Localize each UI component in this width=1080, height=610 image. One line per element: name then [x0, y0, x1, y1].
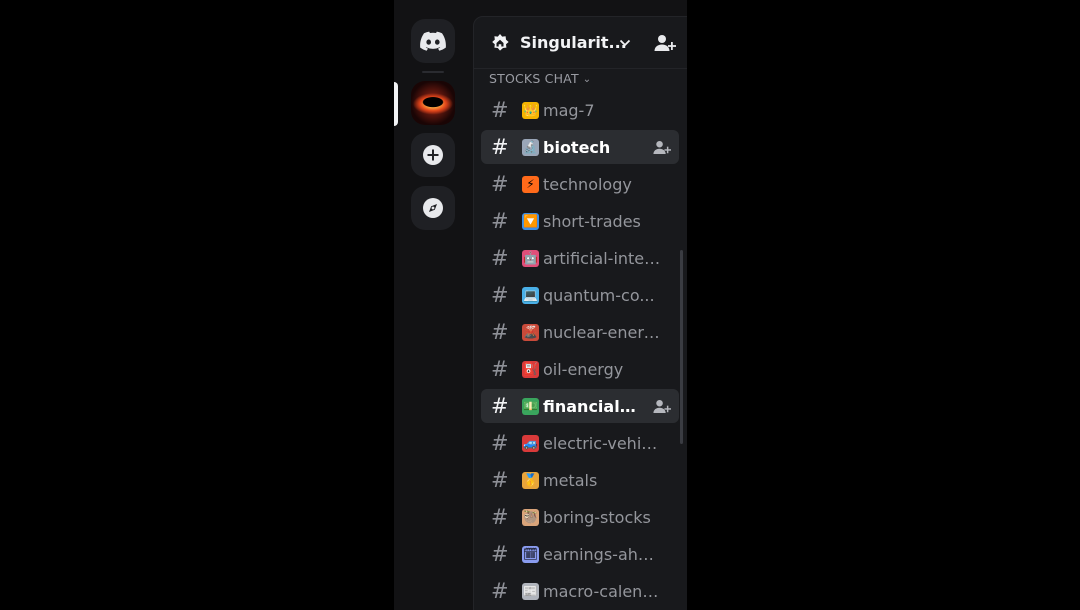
- channel-row[interactable]: # 🗓 earnings-ahead: [481, 537, 679, 571]
- channel-row[interactable]: # 👑 mag-7: [481, 93, 679, 127]
- channel-row[interactable]: # 🔬 biotech: [481, 130, 679, 164]
- channel-row[interactable]: # 🦥 boring-stocks: [481, 500, 679, 534]
- hashtag-icon: #: [491, 542, 509, 566]
- discover-button[interactable]: [411, 186, 455, 230]
- create-invite-icon[interactable]: [653, 139, 671, 156]
- channel-emoji-icon: 🌋: [522, 324, 539, 341]
- hashtag-icon: #: [491, 579, 509, 603]
- channel-emoji-icon: 🔬: [522, 139, 539, 156]
- compass-icon: [423, 198, 443, 218]
- hashtag-icon: #: [491, 505, 509, 529]
- channel-row[interactable]: # 🤖 artificial-intel...: [481, 241, 679, 275]
- hashtag-icon: #: [491, 135, 509, 159]
- channel-emoji-icon: 🦥: [522, 509, 539, 526]
- channel-emoji-icon: ⚡: [522, 176, 539, 193]
- hashtag-icon: #: [491, 320, 509, 344]
- channel-name: metals: [543, 471, 598, 490]
- discord-logo-icon: [420, 31, 446, 51]
- hashtag-icon: #: [491, 209, 509, 233]
- hashtag-icon: #: [491, 357, 509, 381]
- server-rail: ⌃⌃: [394, 0, 472, 610]
- hashtag-icon: #: [491, 394, 509, 418]
- scrollbar[interactable]: [680, 250, 683, 444]
- selected-server-indicator: [394, 82, 398, 126]
- server-header[interactable]: Singularit...: [474, 17, 687, 69]
- channel-name: short-trades: [543, 212, 641, 231]
- channel-row[interactable]: # 🌋 nuclear-energy: [481, 315, 679, 349]
- channel-emoji-icon: 🥇: [522, 472, 539, 489]
- channel-emoji-icon: ⛽: [522, 361, 539, 378]
- singularity-server-icon[interactable]: [411, 81, 455, 125]
- plus-circle-icon: [423, 145, 443, 165]
- server-boost-home-icon: [492, 34, 509, 51]
- invite-people-icon[interactable]: [654, 33, 676, 53]
- category-stocks-chat[interactable]: STOCKS CHAT ⌄: [489, 71, 591, 87]
- channel-emoji-icon: 🚙: [522, 435, 539, 452]
- chevron-down-icon: ⌄: [582, 74, 592, 85]
- rail-divider: [422, 71, 444, 73]
- hashtag-icon: #: [491, 246, 509, 270]
- channel-name: biotech: [543, 138, 611, 157]
- category-label: STOCKS CHAT: [489, 71, 579, 86]
- hashtag-icon: #: [491, 283, 509, 307]
- channel-name: electric-vehic...: [543, 434, 663, 453]
- channel-name: artificial-intel...: [543, 249, 663, 268]
- channel-row[interactable]: # ⛽ oil-energy: [481, 352, 679, 386]
- channel-row[interactable]: # 💻 quantum-co...: [481, 278, 679, 312]
- channel-row[interactable]: # 🥇 metals: [481, 463, 679, 497]
- channel-emoji-icon: 💵: [522, 398, 539, 415]
- channel-row[interactable]: # ⚡ technology: [481, 167, 679, 201]
- create-invite-icon[interactable]: [653, 398, 671, 415]
- channel-name: boring-stocks: [543, 508, 651, 527]
- channel-emoji-icon: 👑: [522, 102, 539, 119]
- chevron-down-icon[interactable]: [618, 36, 632, 50]
- discord-home-button[interactable]: [411, 19, 455, 63]
- chevron-up-icon: ⌃⌃: [414, 0, 454, 4]
- channel-name: financial-s...: [543, 397, 637, 416]
- channel-emoji-icon: 🗓: [522, 546, 539, 563]
- channel-name: nuclear-energy: [543, 323, 663, 342]
- channel-name: earnings-ahead: [543, 545, 663, 564]
- channel-name: technology: [543, 175, 632, 194]
- channel-row[interactable]: # 🚙 electric-vehic...: [481, 426, 679, 460]
- channel-name: mag-7: [543, 101, 595, 120]
- channel-row[interactable]: # 🔽 short-trades: [481, 204, 679, 238]
- channel-name: oil-energy: [543, 360, 624, 379]
- hashtag-icon: #: [491, 98, 509, 122]
- channel-emoji-icon: 🔽: [522, 213, 539, 230]
- channel-emoji-icon: 📰: [522, 583, 539, 600]
- add-server-button[interactable]: [411, 133, 455, 177]
- channel-name: macro-calend...: [543, 582, 663, 601]
- server-name[interactable]: Singularit...: [520, 33, 627, 53]
- hashtag-icon: #: [491, 431, 509, 455]
- channel-name: quantum-co...: [543, 286, 655, 305]
- channel-emoji-icon: 🤖: [522, 250, 539, 267]
- discord-window: ⌃⌃: [394, 0, 687, 610]
- channel-row[interactable]: # 📰 macro-calend...: [481, 574, 679, 608]
- channel-row[interactable]: # 💵financial-s...: [481, 389, 679, 423]
- hashtag-icon: #: [491, 468, 509, 492]
- channel-sidebar: Singularit... STOCKS CHAT ⌄ # 👑 mag-7 # 🔬 biot…: [473, 16, 687, 610]
- channel-emoji-icon: 💻: [522, 287, 539, 304]
- hashtag-icon: #: [491, 172, 509, 196]
